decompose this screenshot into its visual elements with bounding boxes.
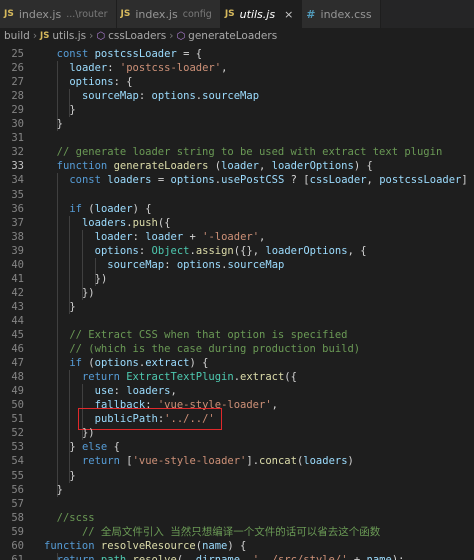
breadcrumb-separator: › xyxy=(89,30,94,42)
code-line[interactable]: } xyxy=(44,300,75,314)
breadcrumb: build › JS utils.js › ⬡ cssLoaders › ⬡ g… xyxy=(0,28,474,44)
line-number: 44 xyxy=(11,314,24,327)
line-number: 38 xyxy=(11,230,24,243)
code-line[interactable]: const postcssLoader = { xyxy=(44,47,202,61)
line-number: 52 xyxy=(11,427,24,440)
line-number: 51 xyxy=(11,413,24,426)
line-number: 43 xyxy=(11,300,24,313)
tab-label: index.js xyxy=(18,7,62,21)
annotation-highlight-box xyxy=(78,408,222,431)
line-number: 45 xyxy=(11,329,24,341)
tab-index-css[interactable]: # index.css xyxy=(302,0,381,28)
line-number: 47 xyxy=(11,357,24,370)
tab-index-js-config[interactable]: JS index.js config xyxy=(116,0,221,28)
line-number: 32 xyxy=(11,146,24,159)
cube-icon: ⬡ xyxy=(176,30,186,42)
line-number: 29 xyxy=(11,104,24,117)
line-number: 30 xyxy=(11,118,24,131)
js-file-icon: JS xyxy=(4,9,14,19)
breadcrumb-file[interactable]: utils.js xyxy=(52,30,86,42)
code-line[interactable]: }) xyxy=(44,272,108,286)
code-line[interactable]: loader: 'postcss-loader', xyxy=(44,61,227,75)
code-line[interactable]: return path.resolve(__dirname, '../src/s… xyxy=(44,553,405,560)
line-number: 56 xyxy=(11,483,24,496)
code-line[interactable]: loaders.push({ xyxy=(44,216,171,230)
line-number: 58 xyxy=(11,511,24,524)
code-line[interactable]: function resolveResource(name) { xyxy=(44,539,246,553)
code-line[interactable]: //scss xyxy=(44,511,95,525)
line-number: 35 xyxy=(11,188,24,201)
breadcrumb-symbol[interactable]: generateLoaders xyxy=(188,30,277,42)
editor-tab-bar: JS index.js ...\router JS index.js confi… xyxy=(0,0,474,28)
code-line[interactable]: // 全局文件引入 当然只想编译一个文件的话可以省去这个函数 xyxy=(44,525,380,539)
code-line[interactable]: } xyxy=(44,117,63,131)
code-line[interactable]: return ExtractTextPlugin.extract({ xyxy=(44,370,297,384)
line-number: 41 xyxy=(11,272,24,285)
tab-label: utils.js xyxy=(239,7,276,21)
code-editor[interactable]: 25 const postcssLoader = { 26 loader: 'po… xyxy=(0,44,474,560)
line-number: 33 xyxy=(11,160,24,173)
line-number: 42 xyxy=(11,286,24,299)
line-number: 40 xyxy=(11,258,24,271)
code-line[interactable]: } xyxy=(44,469,75,483)
code-line[interactable]: } xyxy=(44,483,63,497)
js-file-icon: JS xyxy=(120,9,131,19)
code-line[interactable]: // generate loader string to be used wit… xyxy=(44,145,443,159)
line-number: 50 xyxy=(11,399,24,412)
hash-icon: # xyxy=(306,7,316,21)
tab-label: index.js xyxy=(135,7,178,21)
code-line[interactable]: } else { xyxy=(44,440,120,454)
line-number: 27 xyxy=(11,76,24,89)
code-line[interactable]: } xyxy=(44,103,75,117)
cube-icon: ⬡ xyxy=(96,30,106,42)
line-number: 46 xyxy=(11,343,24,356)
line-number: 59 xyxy=(11,525,24,538)
line-number: 26 xyxy=(11,62,24,75)
line-number: 25 xyxy=(11,48,24,60)
line-number: 48 xyxy=(11,371,24,384)
breadcrumb-folder[interactable]: build xyxy=(4,30,30,42)
close-icon[interactable]: × xyxy=(284,8,293,21)
line-number: 31 xyxy=(11,132,24,145)
code-line[interactable]: }) xyxy=(44,426,95,440)
tab-utils-js[interactable]: JS utils.js × xyxy=(220,0,303,28)
tab-label: index.css xyxy=(320,7,372,21)
line-number: 37 xyxy=(11,216,24,229)
line-number: 39 xyxy=(11,244,24,257)
code-line[interactable]: if (loader) { xyxy=(44,202,151,216)
breadcrumb-separator: › xyxy=(32,30,38,42)
js-file-icon: JS xyxy=(40,31,50,41)
line-number: 55 xyxy=(11,469,24,482)
line-number: 36 xyxy=(11,202,24,215)
code-line[interactable]: use: loaders, xyxy=(44,384,177,398)
line-number: 28 xyxy=(11,90,24,103)
tab-description: ...\router xyxy=(66,8,108,20)
code-line[interactable]: return ['vue-style-loader'].concat(loade… xyxy=(44,454,354,468)
tab-index-js-router[interactable]: JS index.js ...\router xyxy=(0,0,117,28)
line-number: 57 xyxy=(11,497,24,510)
code-line[interactable]: // (which is the case during production … xyxy=(44,342,360,356)
code-line[interactable]: sourceMap: options.sourceMap xyxy=(44,89,259,103)
breadcrumb-separator: › xyxy=(169,30,174,42)
code-line[interactable]: loader: loader + '-loader', xyxy=(44,230,266,244)
code-line[interactable]: // Extract CSS when that option is speci… xyxy=(44,328,347,342)
line-number: 34 xyxy=(11,174,24,187)
code-line[interactable]: const loaders = options.usePostCSS ? [cs… xyxy=(44,173,474,187)
code-line[interactable]: options: Object.assign({}, loaderOptions… xyxy=(44,244,367,258)
line-number: 49 xyxy=(11,385,24,398)
code-line[interactable]: }) xyxy=(44,286,95,300)
code-line[interactable]: if (options.extract) { xyxy=(44,356,208,370)
line-number: 54 xyxy=(11,455,24,468)
line-number: 53 xyxy=(11,441,24,454)
tab-description: config xyxy=(182,8,212,20)
breadcrumb-symbol[interactable]: cssLoaders xyxy=(108,30,166,42)
code-line[interactable]: options: { xyxy=(44,75,132,89)
line-number: 60 xyxy=(11,539,24,552)
code-line[interactable]: sourceMap: options.sourceMap xyxy=(44,258,284,272)
code-line[interactable]: function generateLoaders (loader, loader… xyxy=(44,159,373,173)
line-number: 61 xyxy=(11,553,24,560)
js-file-icon: JS xyxy=(224,9,235,19)
